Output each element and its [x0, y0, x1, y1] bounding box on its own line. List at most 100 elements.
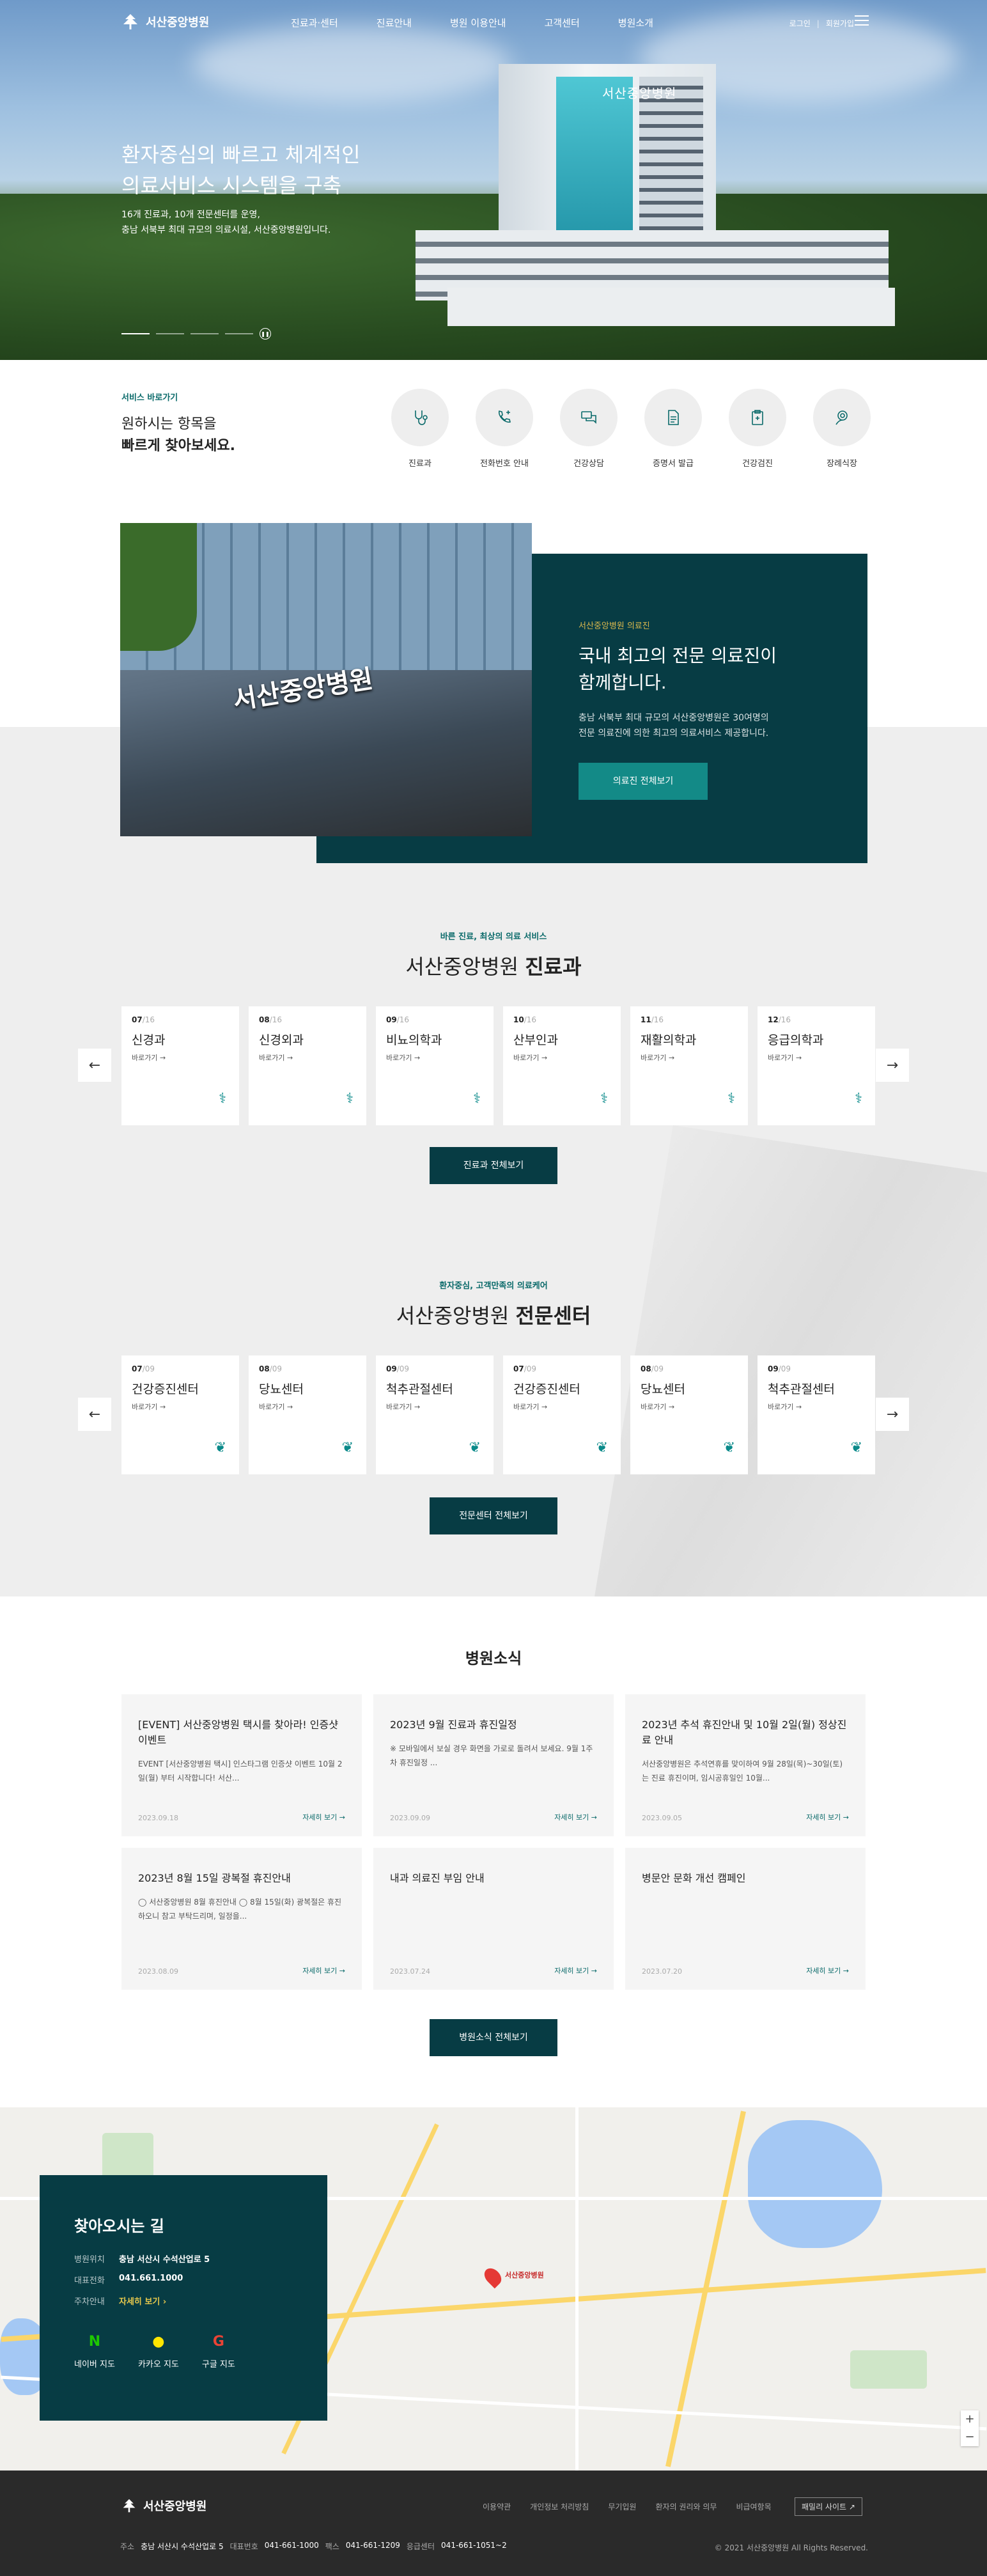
go-link[interactable]: 바로가기 → [641, 1401, 674, 1412]
nav-customer[interactable]: 고객센터 [545, 16, 580, 29]
center-card[interactable]: 09/09 척추관절센터 바로가기 → ❦ [376, 1355, 494, 1474]
quick-item-funeral[interactable]: 장례식장 [813, 389, 871, 469]
department-card[interactable]: 08/16 신경외과 바로가기 → ⚕ [249, 1006, 366, 1125]
next-arrow-icon[interactable]: → [876, 1398, 909, 1431]
quick-item-phone[interactable]: 전화번호 안내 [476, 389, 533, 469]
hero-pager: ❚❚ [121, 328, 271, 340]
department-card[interactable]: 09/16 비뇨의학과 바로가기 → ⚕ [376, 1006, 494, 1125]
quick-item-consult[interactable]: 건강상담 [560, 389, 618, 469]
go-link[interactable]: 바로가기 → [513, 1401, 547, 1412]
quick-item-department[interactable]: 진료과 [391, 389, 449, 469]
center-card[interactable]: 08/09 당뇨센터 바로가기 → ❦ [630, 1355, 748, 1474]
department-card[interactable]: 12/16 응급의학과 바로가기 → ⚕ [758, 1006, 875, 1125]
news-card-title: 2023년 8월 15일 광복절 휴진안내 [138, 1872, 291, 1884]
department-card[interactable]: 11/16 재활의학과 바로가기 → ⚕ [630, 1006, 748, 1125]
footer-link[interactable]: 이용약관 [483, 2501, 511, 2512]
center-card[interactable]: 07/09 건강증진센터 바로가기 → ❦ [503, 1355, 621, 1474]
footer-link[interactable]: 개인정보 처리방침 [530, 2501, 589, 2512]
google-icon: G [212, 2334, 224, 2350]
nav-about[interactable]: 병원소개 [618, 16, 653, 29]
parking-detail-link[interactable]: 자세히 보기 › [119, 2295, 166, 2307]
center-card[interactable]: 08/09 당뇨센터 바로가기 → ❦ [249, 1355, 366, 1474]
quick-item-certificate[interactable]: 증명서 발급 [644, 389, 702, 469]
prev-arrow-icon[interactable]: ← [78, 1049, 111, 1082]
center-card[interactable]: 07/09 건강증진센터 바로가기 → ❦ [121, 1355, 239, 1474]
news-view-all-button[interactable]: 병원소식 전체보기 [430, 2019, 557, 2056]
kakao-map-link[interactable]: ● 카카오 지도 [138, 2334, 179, 2369]
signup-link[interactable]: 회원가입 [826, 18, 854, 29]
location-row[interactable]: 주차안내 자세히 보기 › [74, 2295, 293, 2307]
zoom-in-icon[interactable]: + [961, 2410, 979, 2428]
go-link[interactable]: 바로가기 → [132, 1401, 166, 1412]
naver-map-link[interactable]: N 네이버 지도 [74, 2334, 115, 2369]
go-link[interactable]: 바로가기 → [259, 1052, 293, 1063]
location-row: 병원위치 충남 서산시 수석산업로 5 [74, 2255, 210, 2265]
department-icon: ⚕ [600, 1091, 608, 1107]
go-link[interactable]: 바로가기 → [386, 1401, 420, 1412]
go-link[interactable]: 바로가기 → [513, 1052, 547, 1063]
hero-slide-indicator[interactable] [190, 333, 219, 334]
news-card[interactable]: [EVENT] 서산중앙병원 택시를 찾아라! 인증샷 이벤트 EVENT [서산… [121, 1694, 362, 1836]
doctors-view-all-button[interactable]: 의료진 전체보기 [579, 763, 708, 800]
go-link[interactable]: 바로가기 → [386, 1052, 420, 1063]
go-link[interactable]: 바로가기 → [132, 1052, 166, 1063]
go-link[interactable]: 바로가기 → [768, 1052, 802, 1063]
nav-usage[interactable]: 병원 이용안내 [450, 16, 506, 29]
center-icon: ❦ [469, 1440, 481, 1456]
news-card[interactable]: 병문안 문화 개선 캠페인 2023.07.20 자세히 보기 → [625, 1848, 866, 1990]
go-link[interactable]: 바로가기 → [768, 1401, 802, 1412]
departments-view-all-button[interactable]: 진료과 전체보기 [430, 1147, 557, 1184]
footer-link[interactable]: 환자의 권리와 의무 [655, 2501, 717, 2512]
nav-guide[interactable]: 진료안내 [377, 16, 412, 29]
news-card-date: 2023.08.09 [138, 1967, 178, 1976]
news-card[interactable]: 2023년 9월 진료과 휴진일정 ※ 모바일에서 보실 경우 화면을 가로로 돌… [373, 1694, 614, 1836]
go-link[interactable]: 바로가기 → [259, 1401, 293, 1412]
quick-item-label: 전화번호 안내 [480, 459, 529, 469]
map-zoom-control: + − [961, 2410, 979, 2446]
site-logo[interactable]: 서산중앙병원 [120, 13, 209, 31]
title-prefix: 서산중앙병원 [396, 1304, 509, 1328]
phone-icon [476, 389, 533, 446]
news-more-link[interactable]: 자세히 보기 → [806, 1812, 849, 1822]
quick-item-label: 건강검진 [742, 459, 773, 469]
news-card-title: 2023년 추석 휴진안내 및 10월 2일(월) 정상진료 안내 [642, 1719, 847, 1746]
family-site-button[interactable]: 패밀리 사이트 ↗ [795, 2497, 862, 2516]
department-icon: ⚕ [219, 1091, 226, 1107]
footer-logo[interactable]: 서산중앙병원 [120, 2497, 206, 2514]
center-card[interactable]: 09/09 척추관절센터 바로가기 → ❦ [758, 1355, 875, 1474]
quick-item-checkup[interactable]: 건강검진 [729, 389, 786, 469]
document-icon [644, 389, 702, 446]
footer-link[interactable]: 비급여항목 [736, 2501, 771, 2512]
util-links: 로그인 | 회원가입 [789, 18, 854, 29]
nav-departments[interactable]: 진료과·센터 [291, 16, 338, 29]
news-more-link[interactable]: 자세히 보기 → [302, 1812, 345, 1822]
news-more-link[interactable]: 자세히 보기 → [554, 1812, 597, 1822]
hero-slide-indicator[interactable] [121, 333, 150, 334]
news-more-link[interactable]: 자세히 보기 → [806, 1965, 849, 1976]
department-card[interactable]: 10/16 산부인과 바로가기 → ⚕ [503, 1006, 621, 1125]
kakao-icon: ● [152, 2334, 165, 2350]
footer-link[interactable]: 무기입원 [608, 2501, 636, 2512]
google-map-link[interactable]: G 구글 지도 [202, 2334, 235, 2369]
zoom-out-icon[interactable]: − [961, 2428, 979, 2446]
department-card[interactable]: 07/16 신경과 바로가기 → ⚕ [121, 1006, 239, 1125]
news-more-link[interactable]: 자세히 보기 → [302, 1965, 345, 1976]
news-card[interactable]: 내과 의료진 부임 안내 2023.07.24 자세히 보기 → [373, 1848, 614, 1990]
login-link[interactable]: 로그인 [789, 18, 811, 29]
news-more-link[interactable]: 자세히 보기 → [554, 1965, 597, 1976]
next-arrow-icon[interactable]: → [876, 1049, 909, 1082]
title-prefix: 서산중앙병원 [405, 955, 519, 979]
go-link[interactable]: 바로가기 → [641, 1052, 674, 1063]
hamburger-menu-icon[interactable] [855, 15, 869, 27]
news-card[interactable]: 2023년 8월 15일 광복절 휴진안내 ◯ 서산중앙병원 8월 휴진안내 ◯ … [121, 1848, 362, 1990]
centers-view-all-button[interactable]: 전문센터 전체보기 [430, 1497, 557, 1534]
prev-arrow-icon[interactable]: ← [78, 1398, 111, 1431]
news-card[interactable]: 2023년 추석 휴진안내 및 10월 2일(월) 정상진료 안내 서산중앙병원은… [625, 1694, 866, 1836]
hero-slide-indicator[interactable] [156, 333, 184, 334]
card-title: 재활의학과 [641, 1033, 697, 1047]
centers-subtitle: 환자중심, 고객만족의 의료케어 [439, 1281, 548, 1291]
pause-icon[interactable]: ❚❚ [260, 328, 271, 340]
departments-subtitle: 바른 진료, 최상의 의료 서비스 [440, 932, 547, 942]
hero-slide-indicator[interactable] [225, 333, 253, 334]
news-card-desc: EVENT [서산중앙병원 택시] 인스타그램 인증샷 이벤트 10월 2일(월… [138, 1760, 343, 1783]
